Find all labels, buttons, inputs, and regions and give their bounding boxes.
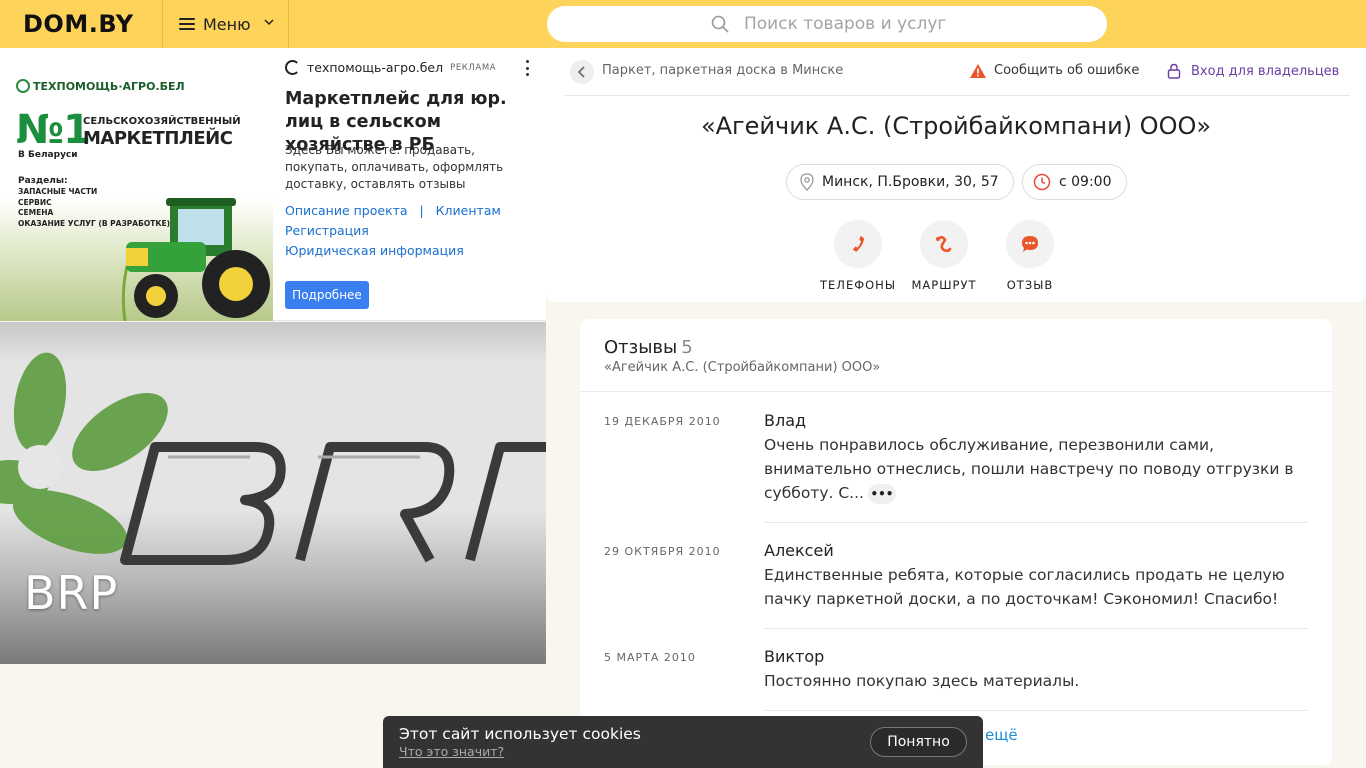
ad-description: Здесь Вы можете: продавать, покупать, оп…: [285, 143, 504, 191]
reviews-panel: Отзывы 5 «Агейчик А.С. (Стройбайкомпани) …: [580, 319, 1332, 765]
divider: [564, 95, 1350, 96]
menu-button[interactable]: Меню: [162, 0, 289, 48]
review-label: ОТЗЫВ: [1006, 278, 1054, 292]
cookie-info-link[interactable]: Что это значит?: [399, 744, 504, 759]
chevron-left-icon: [577, 66, 585, 78]
ad-image-number: №1: [16, 107, 91, 153]
company-card: Паркет, паркетная доска в Минске Сообщит…: [546, 48, 1366, 302]
reviews-count: 5: [681, 337, 693, 358]
ad-image-line1: СЕЛЬСКОХОЗЯЙСТВЕННЫЙ: [83, 116, 241, 127]
report-error-link[interactable]: Сообщить об ошибке: [970, 63, 1139, 78]
company-name: «Агейчик А.С. (Стройбайкомпани) ООО»: [700, 112, 1212, 140]
hours-pill[interactable]: с 09:00: [1022, 164, 1127, 200]
ad-source-logo-icon: [285, 60, 300, 75]
owner-login-label: Вход для владельцев: [1191, 63, 1340, 79]
address-pill[interactable]: Минск, П.Бровки, 30, 57: [786, 164, 1014, 200]
review-button[interactable]: ОТЗЫВ: [985, 220, 1075, 292]
ad-banner[interactable]: ТЕХПОМОЩЬ·АГРО.БЕЛ №1 СЕЛЬСКОХОЗЯЙСТВЕНН…: [0, 48, 546, 321]
divider: [764, 628, 1308, 629]
ad-image[interactable]: ТЕХПОМОЩЬ·АГРО.БЕЛ №1 СЕЛЬСКОХОЗЯЙСТВЕНН…: [0, 48, 273, 321]
ad-image-brand: ТЕХПОМОЩЬ·АГРО.БЕЛ: [16, 79, 185, 93]
phones-label: ТЕЛЕФОНЫ: [820, 278, 896, 292]
review-author: Алексей: [764, 541, 834, 560]
route-label: МАРШРУТ: [911, 278, 977, 292]
route-icon: [920, 220, 968, 268]
phone-icon: [834, 220, 882, 268]
site-logo[interactable]: DOM.BY: [23, 10, 134, 38]
ad-tag: РЕКЛАМА: [450, 62, 497, 73]
ad-image-line3: В Беларуси: [18, 150, 78, 160]
review-author: Влад: [764, 411, 807, 430]
report-error-label: Сообщить об ошибке: [994, 63, 1140, 78]
cookie-text: Этот сайт использует cookies: [399, 725, 641, 743]
company-photo[interactable]: BRP: [0, 322, 546, 664]
hamburger-icon: [179, 18, 195, 30]
show-more-reviews-link[interactable]: ещё: [985, 726, 1018, 744]
ad-link-separator: |: [419, 203, 424, 218]
ad-link-project[interactable]: Описание проекта: [285, 203, 408, 218]
review-text: Очень понравилось обслуживание, перезвон…: [764, 436, 1294, 504]
expand-review-button[interactable]: •••: [867, 483, 896, 504]
ad-image-line2: МАРКЕТПЛЕЙС: [83, 128, 233, 149]
review-date: 5 МАРТА 2010: [604, 651, 696, 664]
route-button[interactable]: МАРШРУТ: [899, 220, 989, 292]
chat-bubble-icon: [1006, 220, 1054, 268]
ad-source[interactable]: техпомощь-агро.бел РЕКЛАМА: [285, 60, 496, 75]
top-header: DOM.BY Меню: [0, 0, 1366, 48]
review-date: 29 ОКТЯБРЯ 2010: [604, 545, 721, 558]
cookie-banner: Этот сайт использует cookies Что это зна…: [383, 716, 983, 768]
clock-icon: [1033, 173, 1051, 191]
divider: [764, 522, 1308, 523]
ad-link-legal[interactable]: Юридическая информация: [285, 243, 464, 258]
breadcrumb[interactable]: Паркет, паркетная доска в Минске: [602, 63, 843, 78]
review-text: Постоянно покупаю здесь материалы.: [764, 672, 1080, 690]
address-text: Минск, П.Бровки, 30, 57: [822, 174, 999, 190]
menu-label: Меню: [203, 14, 251, 34]
divider: [580, 391, 1332, 392]
tractor-illustration: [121, 198, 270, 321]
search-bar[interactable]: [547, 6, 1107, 42]
divider: [764, 710, 1308, 711]
search-icon: [711, 15, 729, 33]
back-button[interactable]: [570, 60, 594, 84]
more-options-icon[interactable]: [524, 60, 530, 76]
ad-link-clients[interactable]: Клиентам: [436, 203, 501, 218]
review-text: Единственные ребята, которые согласились…: [764, 566, 1285, 608]
search-input[interactable]: [744, 14, 1084, 34]
leaf-logo-icon: [16, 79, 30, 93]
ad-image-sections-title: Разделы:: [18, 176, 68, 186]
reviews-subtitle: «Агейчик А.С. (Стройбайкомпани) ООО»: [604, 360, 881, 375]
review-date: 19 ДЕКАБРЯ 2010: [604, 415, 721, 428]
hours-text: с 09:00: [1059, 174, 1112, 190]
chevron-down-icon: [264, 19, 274, 26]
location-pin-icon: [800, 173, 814, 191]
phones-button[interactable]: ТЕЛЕФОНЫ: [813, 220, 903, 292]
lock-icon: [1167, 63, 1181, 79]
ad-source-name: техпомощь-агро.бел: [307, 60, 444, 75]
ad-more-button[interactable]: Подробнее: [285, 281, 369, 309]
owner-login-link[interactable]: Вход для владельцев: [1167, 63, 1339, 79]
warning-icon: [970, 63, 986, 78]
review-author: Виктор: [764, 647, 825, 666]
cookie-accept-button[interactable]: Понятно: [870, 727, 967, 757]
ad-links: Описание проекта | Клиентам Регистрация …: [285, 201, 540, 261]
ad-link-registration[interactable]: Регистрация: [285, 223, 369, 238]
reviews-title: Отзывы 5: [604, 337, 693, 358]
photo-caption: BRP: [24, 566, 119, 620]
